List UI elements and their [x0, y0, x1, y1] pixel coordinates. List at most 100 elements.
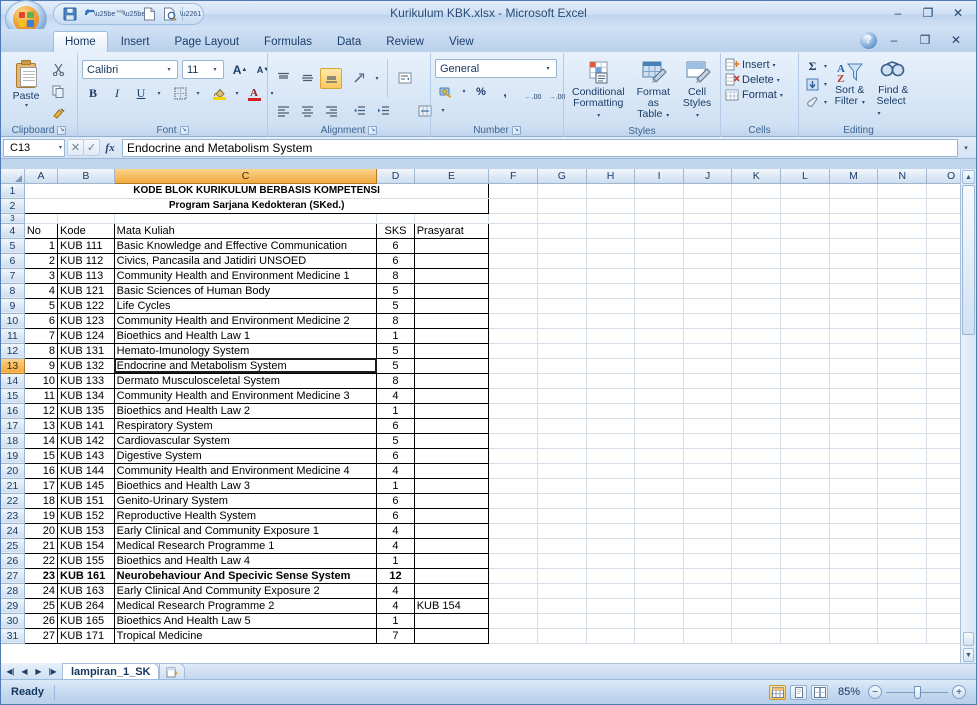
number-format-select[interactable]: General ▾ [435, 59, 557, 78]
empty-cell[interactable] [877, 388, 928, 404]
empty-cell[interactable] [488, 313, 539, 329]
column-header-A[interactable]: A [24, 169, 59, 184]
empty-cell[interactable] [537, 418, 587, 434]
row-header-23[interactable]: 23 [1, 508, 25, 524]
header-cell-sks[interactable]: SKS [376, 222, 415, 239]
cell-prasyarat[interactable] [413, 402, 490, 419]
header-cell-no[interactable]: No [23, 222, 59, 239]
empty-cell[interactable] [877, 253, 928, 269]
empty-cell[interactable] [780, 328, 830, 344]
empty-cell[interactable] [586, 268, 636, 284]
align-middle-button[interactable] [296, 68, 318, 89]
empty-cell[interactable] [488, 433, 539, 449]
cell-prasyarat[interactable] [413, 297, 490, 314]
tab-page-layout[interactable]: Page Layout [162, 31, 251, 52]
cell-no[interactable]: 18 [23, 492, 59, 509]
cell-mata-kuliah[interactable]: Cardiovascular System [113, 432, 378, 449]
column-header-B[interactable]: B [57, 169, 115, 184]
empty-cell[interactable] [537, 463, 587, 479]
empty-cell[interactable] [586, 373, 636, 389]
sheet-title-line-1[interactable]: KODE BLOK KURIKULUM BERBASIS KOMPETENSI [23, 182, 490, 199]
row-header-4[interactable]: 4 [1, 223, 25, 239]
empty-cell[interactable] [877, 508, 928, 524]
cell-no[interactable]: 7 [23, 327, 59, 344]
empty-cell[interactable] [829, 538, 879, 554]
empty-cell[interactable] [537, 478, 587, 494]
cell-kode[interactable]: KUB 171 [57, 627, 115, 644]
cell-prasyarat[interactable] [413, 417, 490, 434]
empty-cell[interactable] [683, 373, 733, 389]
empty-cell[interactable] [780, 253, 830, 269]
empty-cell[interactable] [586, 598, 636, 614]
empty-cell[interactable] [683, 283, 733, 299]
cell-prasyarat[interactable] [413, 462, 490, 479]
empty-cell[interactable] [488, 598, 539, 614]
empty-cell[interactable] [488, 283, 539, 299]
cell-mata-kuliah[interactable]: Civics, Pancasila and Jatidiri UNSOED [113, 252, 378, 269]
empty-cell[interactable] [731, 493, 782, 509]
empty-cell[interactable] [780, 448, 830, 464]
empty-cell[interactable] [586, 298, 636, 314]
cell-no[interactable]: 1 [23, 237, 59, 254]
align-top-button[interactable] [272, 68, 294, 89]
empty-cell[interactable] [877, 403, 928, 419]
empty-cell[interactable] [829, 463, 879, 479]
cell-sks[interactable]: 4 [376, 597, 415, 614]
cell-kode[interactable]: KUB 143 [57, 447, 115, 464]
empty-cell[interactable] [683, 478, 733, 494]
empty-cell[interactable] [731, 268, 782, 284]
empty-cell[interactable] [537, 613, 587, 629]
cell-kode[interactable]: KUB 112 [57, 252, 115, 269]
empty-cell[interactable] [877, 268, 928, 284]
bold-button[interactable]: B [82, 83, 104, 104]
cell-kode[interactable]: KUB 134 [57, 387, 115, 404]
empty-cell[interactable] [586, 283, 636, 299]
comma-style-button[interactable]: , [494, 81, 516, 102]
tab-review[interactable]: Review [374, 31, 436, 52]
empty-cell[interactable] [877, 478, 928, 494]
empty-cell[interactable] [780, 508, 830, 524]
cell-no[interactable]: 22 [23, 552, 59, 569]
empty-cell[interactable] [586, 328, 636, 344]
empty-cell[interactable] [586, 238, 636, 254]
empty-cell[interactable] [829, 238, 879, 254]
sort-filter-caret-icon[interactable]: ▾ [862, 100, 865, 106]
empty-cell[interactable] [829, 253, 879, 269]
empty-cell[interactable] [586, 523, 636, 539]
empty-cell[interactable] [780, 373, 830, 389]
empty-cell[interactable] [537, 388, 587, 404]
empty-cell[interactable] [780, 628, 830, 644]
cell-kode[interactable]: KUB 154 [57, 537, 115, 554]
cell-mata-kuliah[interactable]: Community Health and Environment Medicin… [113, 462, 378, 479]
cell-sks[interactable]: 1 [376, 477, 415, 494]
empty-cell[interactable] [780, 478, 830, 494]
column-header-L[interactable]: L [780, 169, 830, 184]
last-sheet-icon[interactable]: |▶ [46, 665, 59, 678]
cell-sks[interactable]: 1 [376, 552, 415, 569]
empty-cell[interactable] [488, 523, 539, 539]
fill-color-button[interactable] [208, 83, 230, 104]
cell-kode[interactable]: KUB 133 [57, 372, 115, 389]
empty-cell[interactable] [488, 238, 539, 254]
cell-kode[interactable]: KUB 111 [57, 237, 115, 254]
empty-cell[interactable] [731, 508, 782, 524]
empty-cell[interactable] [780, 268, 830, 284]
header-cell-prasyarat[interactable]: Prasyarat [413, 222, 490, 239]
empty-cell[interactable] [586, 613, 636, 629]
empty-cell[interactable] [731, 253, 782, 269]
row-header-20[interactable]: 20 [1, 463, 25, 479]
empty-cell[interactable] [877, 238, 928, 254]
align-bottom-button[interactable] [320, 67, 342, 89]
empty-cell[interactable] [829, 523, 879, 539]
cell-no[interactable]: 21 [23, 537, 59, 554]
accounting-caret-icon[interactable]: ▾ [459, 81, 468, 102]
format-cells-button[interactable]: Format ▾ [725, 88, 783, 102]
empty-cell[interactable] [488, 508, 539, 524]
empty-cell[interactable] [780, 238, 830, 254]
row-header-18[interactable]: 18 [1, 433, 25, 449]
cell-mata-kuliah[interactable]: Genito-Urinary System [113, 492, 378, 509]
cell-prasyarat[interactable] [413, 447, 490, 464]
sort-filter-button[interactable]: AZ Sort & Filter ▾ [829, 58, 870, 112]
borders-button[interactable] [169, 83, 191, 104]
empty-cell[interactable] [634, 313, 684, 329]
